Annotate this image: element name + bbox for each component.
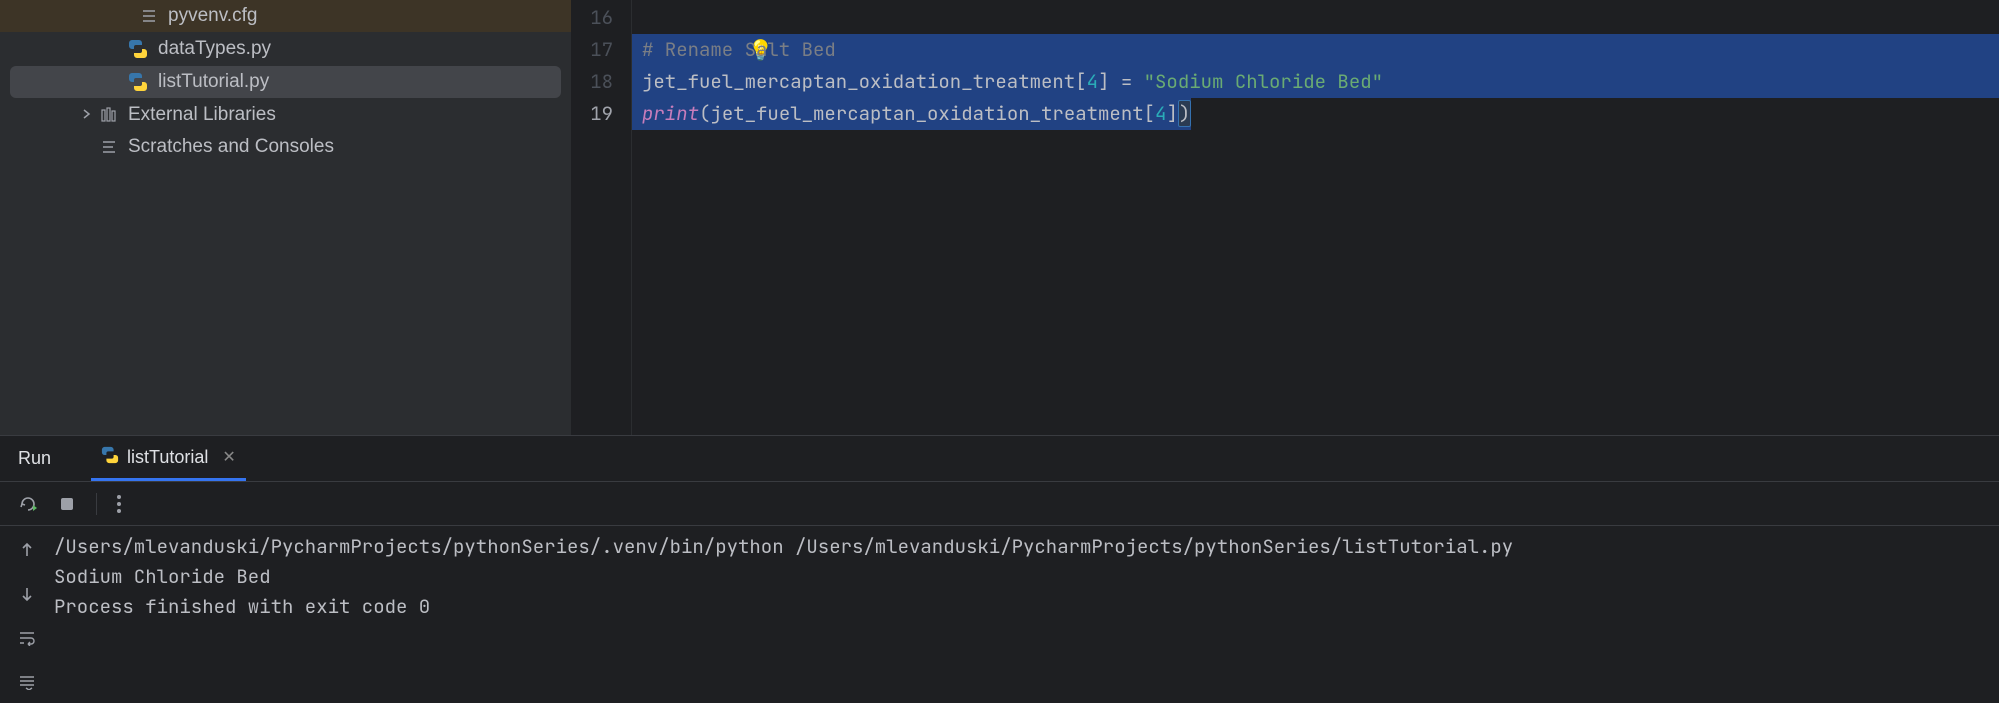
number-token: 4 (1087, 69, 1098, 94)
number-token: 4 (1155, 101, 1166, 126)
main-split: pyvenv.cfg dataTypes.py listTutorial.py … (0, 0, 1999, 435)
line-number: 17 (572, 34, 613, 66)
console-line-output: Sodium Chloride Bed (54, 562, 1999, 592)
project-tree: pyvenv.cfg dataTypes.py listTutorial.py … (0, 0, 572, 435)
code-editor[interactable]: 16 17 18 19 💡 # Rename Salt Bed jet_fuel… (572, 0, 1999, 435)
run-config-tab[interactable]: listTutorial ✕ (91, 436, 246, 481)
python-file-icon (101, 446, 119, 469)
run-body: /Users/mlevanduski/PycharmProjects/pytho… (0, 526, 1999, 703)
code-line-17[interactable]: # Rename Salt Bed (632, 34, 1999, 66)
scroll-down-button[interactable] (13, 580, 41, 608)
tree-item-listtutorial[interactable]: listTutorial.py (10, 66, 561, 98)
variable-token: jet_fuel_mercaptan_oxidation_treatment (642, 69, 1075, 94)
variable-token: jet_fuel_mercaptan_oxidation_treatment (710, 101, 1143, 126)
vertical-dots-icon (117, 495, 121, 513)
scroll-up-button[interactable] (13, 536, 41, 564)
line-number: 18 (572, 66, 613, 98)
config-file-icon (140, 7, 158, 25)
tree-item-label: dataTypes.py (158, 38, 271, 60)
run-side-toolbar (0, 526, 54, 703)
function-token: print (642, 101, 699, 126)
rerun-button[interactable] (18, 494, 38, 514)
console-output[interactable]: /Users/mlevanduski/PycharmProjects/pytho… (54, 526, 1999, 703)
code-line-16[interactable]: 💡 (632, 2, 1999, 34)
tree-item-label: External Libraries (128, 104, 276, 126)
more-actions-button[interactable] (117, 495, 121, 513)
soft-wrap-button[interactable] (13, 624, 41, 652)
close-icon[interactable]: ✕ (222, 447, 235, 467)
run-tab-label: listTutorial (127, 447, 208, 468)
bracket-token: ] (1166, 101, 1177, 126)
scratches-icon (100, 138, 118, 156)
python-file-icon (128, 72, 148, 92)
tree-item-label: listTutorial.py (158, 71, 269, 93)
code-line-18[interactable]: jet_fuel_mercaptan_oxidation_treatment[4… (632, 66, 1999, 98)
code-area[interactable]: 💡 # Rename Salt Bed jet_fuel_mercaptan_o… (632, 0, 1999, 435)
paren-token: ( (699, 101, 710, 126)
line-number-gutter: 16 17 18 19 (572, 0, 632, 435)
bracket-token: [ (1144, 101, 1155, 126)
tree-item-label: Scratches and Consoles (128, 136, 334, 158)
python-file-icon (128, 39, 148, 59)
tree-item-datatypes[interactable]: dataTypes.py (10, 33, 561, 65)
tree-item-external-libraries[interactable]: External Libraries (0, 99, 571, 131)
tree-item-scratches[interactable]: Scratches and Consoles (0, 131, 571, 163)
run-panel-title: Run (18, 448, 51, 469)
chevron-right-icon (80, 104, 98, 126)
string-token: "Sodium Chloride Bed" (1144, 69, 1383, 94)
console-line-cmd: /Users/mlevanduski/PycharmProjects/pytho… (54, 532, 1999, 562)
tree-item-pyvenv-cfg[interactable]: pyvenv.cfg (0, 0, 571, 32)
comment-token: # Rename Salt Bed (642, 37, 836, 62)
line-number: 16 (572, 2, 613, 34)
run-header: Run listTutorial ✕ (0, 436, 1999, 482)
run-tool-window: Run listTutorial ✕ (0, 435, 1999, 703)
paren-token: ) (1178, 100, 1191, 127)
code-line-19[interactable]: print(jet_fuel_mercaptan_oxidation_treat… (632, 98, 1191, 130)
run-toolbar (0, 482, 1999, 526)
bracket-token: [ (1075, 69, 1086, 94)
scroll-to-end-button[interactable] (13, 668, 41, 696)
console-line-exit: Process finished with exit code 0 (54, 592, 1999, 622)
tree-item-label: pyvenv.cfg (168, 5, 257, 27)
libraries-icon (100, 106, 118, 124)
toolbar-divider (96, 493, 97, 515)
line-number: 19 (572, 98, 613, 130)
operator-token: = (1109, 69, 1143, 94)
stop-button[interactable] (58, 495, 76, 513)
bracket-token: ] (1098, 69, 1109, 94)
